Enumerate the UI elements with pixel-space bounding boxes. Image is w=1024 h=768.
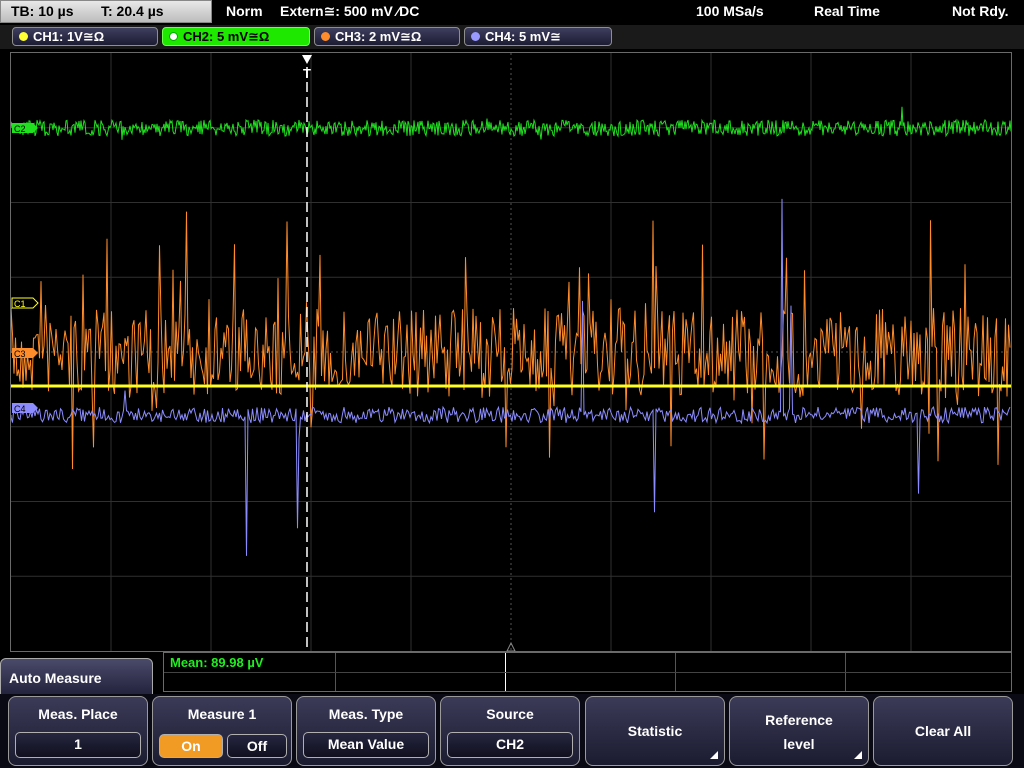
statistic-softkey[interactable]: Statistic [585, 696, 725, 766]
menu-title: Auto Measure [0, 658, 153, 698]
reference-level-label-1: Reference [765, 712, 833, 728]
reference-level-label-2: level [783, 736, 815, 752]
meas-place-value[interactable]: 1 [15, 732, 141, 758]
ch3-color-icon [321, 32, 330, 41]
measure-1-label: Measure 1 [187, 706, 257, 722]
softkey-bar: Meas. Place 1 Measure 1 On Off Meas. Typ… [0, 694, 1024, 768]
ch2-offset-marker[interactable]: C2 [12, 123, 38, 134]
meas-type-value[interactable]: Mean Value [303, 732, 429, 758]
meas-type-label: Meas. Type [328, 706, 404, 722]
reference-level-softkey[interactable]: Reference level [729, 696, 869, 766]
submenu-arrow-icon [710, 751, 718, 759]
ch1-color-icon [19, 32, 28, 41]
channel-tab-ch2[interactable]: CH2: 5 mV≅Ω [162, 27, 310, 46]
timebase-box[interactable]: TB: 10 µs T: 20.4 µs [0, 0, 212, 23]
source-label: Source [486, 706, 534, 722]
measurement-readout: Mean: 89.98 µV [170, 655, 264, 670]
trigger-mode[interactable]: Norm [226, 3, 263, 19]
channel-tab-label: CH1: 1V≅Ω [33, 29, 105, 44]
source-softkey[interactable]: Source CH2 [440, 696, 580, 766]
run-state: Not Rdy. [952, 3, 1009, 19]
trigger-time-value: T: 20.4 µs [101, 3, 164, 19]
measurement-strip: Mean: 89.98 µV [163, 652, 1012, 692]
ch2-color-icon [169, 32, 178, 41]
channel-tab-label: CH3: 2 mV≅Ω [335, 29, 422, 44]
channel-tab-ch1[interactable]: CH1: 1V≅Ω [12, 27, 158, 46]
trigger-source[interactable]: Extern≅: 500 mV ⁄DC [280, 3, 419, 20]
ch3-waveform [11, 211, 1011, 470]
meas-place-softkey[interactable]: Meas. Place 1 [8, 696, 148, 766]
clear-all-label: Clear All [914, 723, 972, 739]
measure-1-on-button[interactable]: On [159, 734, 223, 758]
timebase-value: TB: 10 µs [11, 3, 74, 19]
ch3-marker-label: C3 [14, 349, 26, 359]
meas-type-softkey[interactable]: Meas. Type Mean Value [296, 696, 436, 766]
sample-rate: 100 MSa/s [696, 3, 764, 19]
channel-tab-label: CH4: 5 mV≅ [485, 29, 561, 44]
grid-lines [11, 53, 1011, 651]
trigger-marker-label: T [303, 66, 311, 81]
ch4-marker-label: C4 [14, 404, 26, 414]
statistic-label: Statistic [627, 723, 683, 739]
waveform-display[interactable]: T C2 C1 C3 C4 [10, 52, 1012, 652]
waveform-grid: T C2 C1 C3 C4 [11, 53, 1011, 651]
channel-tab-label: CH2: 5 mV≅Ω [183, 29, 270, 44]
clear-all-softkey[interactable]: Clear All [873, 696, 1013, 766]
channel-bar: CH1: 1V≅Ω CH2: 5 mV≅Ω CH3: 2 mV≅Ω CH4: 5… [0, 25, 1024, 49]
ch2-marker-label: C2 [14, 124, 26, 134]
ch1-offset-marker[interactable]: C1 [11, 297, 39, 309]
ch3-offset-marker[interactable]: C3 [12, 348, 38, 359]
channel-tab-ch3[interactable]: CH3: 2 mV≅Ω [314, 27, 460, 46]
source-value[interactable]: CH2 [447, 732, 573, 758]
ch4-color-icon [471, 32, 480, 41]
measure-1-off-button[interactable]: Off [227, 734, 287, 758]
status-bar: TB: 10 µs T: 20.4 µs Norm Extern≅: 500 m… [0, 0, 1024, 25]
channel-tab-ch4[interactable]: CH4: 5 mV≅ [464, 27, 612, 46]
meas-place-label: Meas. Place [38, 706, 118, 722]
acquisition-mode: Real Time [814, 3, 880, 19]
submenu-arrow-icon [854, 751, 862, 759]
ch1-marker-label: C1 [14, 299, 26, 309]
measure-1-softkey[interactable]: Measure 1 On Off [152, 696, 292, 766]
